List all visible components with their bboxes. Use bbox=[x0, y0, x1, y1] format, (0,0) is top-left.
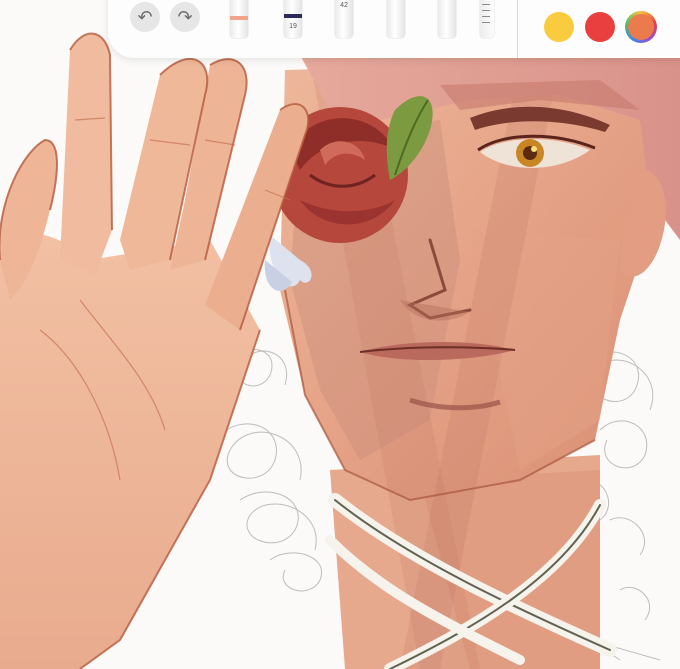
eraser-tool[interactable] bbox=[438, 0, 456, 38]
color-swatch-red[interactable] bbox=[585, 12, 615, 42]
undo-icon: ↶ bbox=[137, 7, 153, 27]
color-swatch-custom[interactable] bbox=[625, 11, 657, 43]
drawing-canvas[interactable] bbox=[0, 0, 680, 669]
toolbar-divider bbox=[517, 0, 518, 58]
marker-color-band bbox=[284, 14, 302, 18]
drawing-toolbar: ↶ ↷ 19 42 bbox=[108, 0, 680, 58]
brush-tool[interactable] bbox=[387, 0, 405, 38]
pencil-size-label: 42 bbox=[340, 2, 348, 9]
color-swatch-yellow[interactable] bbox=[544, 12, 574, 42]
ruler-tool[interactable] bbox=[480, 0, 494, 38]
redo-icon: ↷ bbox=[177, 7, 193, 27]
pen-tool[interactable] bbox=[230, 0, 248, 38]
pencil-tool[interactable]: 42 bbox=[335, 0, 353, 38]
marker-tool[interactable]: 19 bbox=[284, 0, 302, 38]
undo-button[interactable]: ↶ bbox=[130, 2, 160, 32]
redo-button[interactable]: ↷ bbox=[170, 2, 200, 32]
marker-size-label: 19 bbox=[289, 23, 297, 30]
ruler-ticks-icon bbox=[482, 0, 490, 28]
pen-color-band bbox=[230, 16, 248, 20]
